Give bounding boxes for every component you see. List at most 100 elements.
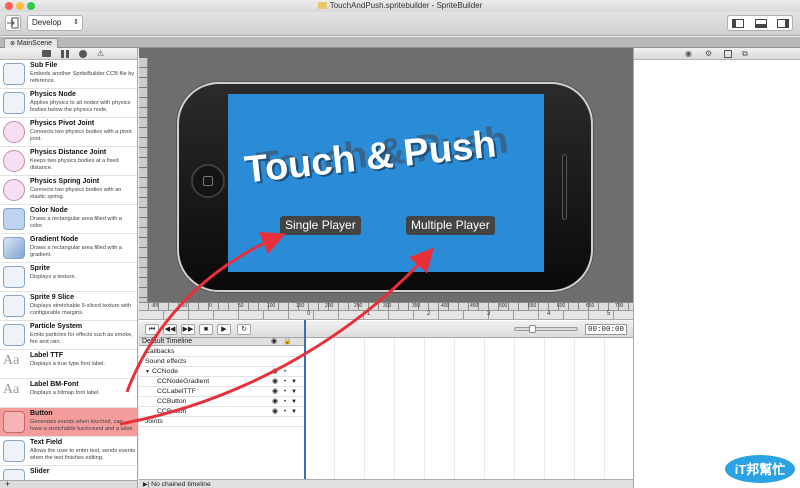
library-toolbar: ⚠ [0,48,137,60]
skip-to-start-button[interactable]: ⏮ [145,324,159,335]
stage-canvas[interactable]: Touch & Push Touch & Push Single Player … [139,48,633,310]
step-back-button[interactable]: ◀◀ [163,324,177,335]
library-item-description: Embeds another SpriteBuilder CCB file by… [30,71,135,84]
zoom-window-button[interactable] [27,2,35,10]
properties-popup-icon[interactable]: ▼ [291,407,297,417]
timeline-node-tree: Callbacks Sound effects ▼ CCNode ◉ • CCNodeGra… [139,347,304,427]
timeline-panel: 0 1 2 3 4 5 ⏮ ◀◀ ▶▶ ■ ▶ ↻ 00:00:00 Default Ti… [139,310,633,488]
play-button[interactable]: ▶ [217,324,231,335]
develop-select-value: Develop [32,18,62,27]
timeline-zoom-slider[interactable] [514,325,578,333]
disclosure-triangle-icon[interactable]: ▼ [145,369,150,375]
library-item-physics-node[interactable]: Physics Node Applies physics to all nodes… [0,89,137,118]
library-item-button[interactable]: Button Generates events when touched, can… [0,408,137,437]
library-item-label-ttf[interactable]: Aa Label TTF Displays a true type font lab… [0,350,137,379]
plugins-tab-icon[interactable] [79,50,87,58]
visibility-eye-icon[interactable]: ◉ [272,397,281,407]
library-item-description: Allows the user to enter text, sends eve… [30,448,136,461]
timeline-row[interactable]: CCNodeGradient ◉ • ▼ [139,377,304,387]
library-item-gradient-node[interactable]: Gradient Node Draws a rectangular area fi… [0,234,137,263]
loop-icon: ↻ [241,326,247,333]
chained-timeline-bar[interactable]: ▶| No chained timeline [139,479,633,488]
library-item-sprite-9-slice[interactable]: Sprite 9 Slice Displays stretchable 9-sli… [0,292,137,321]
multiple-player-button[interactable]: Multiple Player [406,216,495,235]
visibility-eye-icon[interactable]: ◉ [272,407,281,417]
lock-dot-icon[interactable]: • [284,387,286,397]
lock-dot-icon[interactable]: • [284,367,286,377]
timeline-row[interactable]: CCLabelTTF ◉ • ▼ [139,387,304,397]
label-ttf-icon: Aa [3,353,20,368]
add-button[interactable]: + [5,479,10,488]
publish-button[interactable] [5,15,21,31]
timeline-ruler-label: 5 [607,311,611,317]
timeline-row[interactable]: CCButton ◉ • ▼ [139,407,304,417]
library-item-description: Connects two physics bodies with a pivot… [30,129,132,142]
document-tab-bar: ⊗ MainScene [0,37,800,48]
timeline-top-ruler: 0 1 2 3 4 5 [139,311,633,320]
tab-mainscene[interactable]: ⊗ MainScene [4,38,59,48]
sprite-icon [3,266,25,288]
window-title: TouchAndPush.spritebuilder - SpriteBuild… [329,1,483,10]
gear-icon[interactable]: ⚙ [705,49,712,58]
properties-popup-icon[interactable]: ▼ [291,397,297,407]
visibility-eye-icon[interactable]: ◉ [272,377,281,387]
timeline-ruler-label: 2 [427,311,431,317]
timeline-row[interactable]: Joints [139,417,304,427]
visibility-eye-icon[interactable]: ◉ [272,387,281,397]
template-icon[interactable] [724,50,732,58]
folder-tab-icon[interactable] [42,50,51,57]
library-item-physics-pivot-joint[interactable]: Physics Pivot Joint Connects two physics … [0,118,137,147]
library-item-physics-spring-joint[interactable]: Physics Spring Joint Connects two physics… [0,176,137,205]
lock-dot-icon[interactable]: • [284,377,286,387]
node-library-tab-icon[interactable] [61,50,69,58]
toggle-left-panel-icon[interactable] [732,19,744,28]
library-item-text-field[interactable]: Text Field Allows the user to enter text,… [0,437,137,466]
lock-dot-icon[interactable]: • [284,397,286,407]
playhead[interactable] [304,320,306,481]
library-footer: + [0,479,137,488]
single-player-button[interactable]: Single Player [280,216,361,235]
stop-icon: ■ [203,326,209,333]
timeline-row[interactable]: CCButton ◉ • ▼ [139,397,304,407]
label-bmfont-icon: Aa [3,382,20,397]
ruler-label: 0 [209,303,212,309]
lock-dot-icon[interactable]: • [284,407,286,417]
timeline-row-label: CCLabelTTF [157,388,196,395]
library-item-label-bm-font[interactable]: Aa Label BM-Font Displays a bitmap font la… [0,379,137,408]
slider-thumb[interactable] [529,325,536,333]
library-item-color-node[interactable]: Color Node Draws a rectangular area fille… [0,205,137,234]
library-item-description: Applies physics to all nodes with physic… [30,100,131,113]
visibility-eye-icon[interactable]: ◉ [272,367,281,377]
publish-icon [7,17,19,29]
library-item-physics-distance-joint[interactable]: Physics Distance Joint Keeps two physics … [0,147,137,176]
develop-select[interactable]: Develop ⇕ [27,15,83,31]
game-title[interactable]: Touch & Push [243,118,544,192]
minimize-window-button[interactable] [16,2,24,10]
timeline-time-field[interactable]: 00:00:00 [585,324,627,335]
toggle-bottom-panel-icon[interactable] [755,19,767,28]
properties-popup-icon[interactable]: ▼ [291,377,297,387]
gradient-node-icon [3,237,25,259]
warnings-tab-icon[interactable]: ⚠ [97,49,104,58]
close-window-button[interactable] [5,2,13,10]
eye-icon[interactable]: ◉ [685,49,692,58]
timeline-row[interactable]: ▼ CCNode ◉ • [139,367,304,377]
timeline-keyframe-area[interactable] [304,338,633,481]
timeline-selector[interactable]: Default Timeline ◉ 🔒 [139,338,304,346]
loop-button[interactable]: ↻ [237,324,251,335]
code-connections-icon[interactable]: ⧉ [742,49,748,59]
timeline-row[interactable]: Callbacks [139,347,304,357]
color-node-icon [3,208,25,230]
properties-popup-icon[interactable]: ▼ [291,387,297,397]
library-item-sprite[interactable]: Sprite Displays a texture. [0,263,137,292]
physics-node-icon [3,92,25,114]
step-forward-button[interactable]: ▶▶ [181,324,195,335]
stop-button[interactable]: ■ [199,324,213,335]
device-screen[interactable]: Touch & Push Touch & Push Single Player … [228,94,544,272]
ruler-label: 350 [412,303,421,309]
close-tab-icon[interactable]: ⊗ [10,41,15,47]
timeline-row[interactable]: Sound effects [139,357,304,367]
toggle-right-panel-icon[interactable] [777,19,789,28]
library-item-sub-file[interactable]: Sub File Embeds another SpriteBuilder CCB… [0,60,137,89]
library-item-particle-system[interactable]: Particle System Emits particles for effec… [0,321,137,350]
